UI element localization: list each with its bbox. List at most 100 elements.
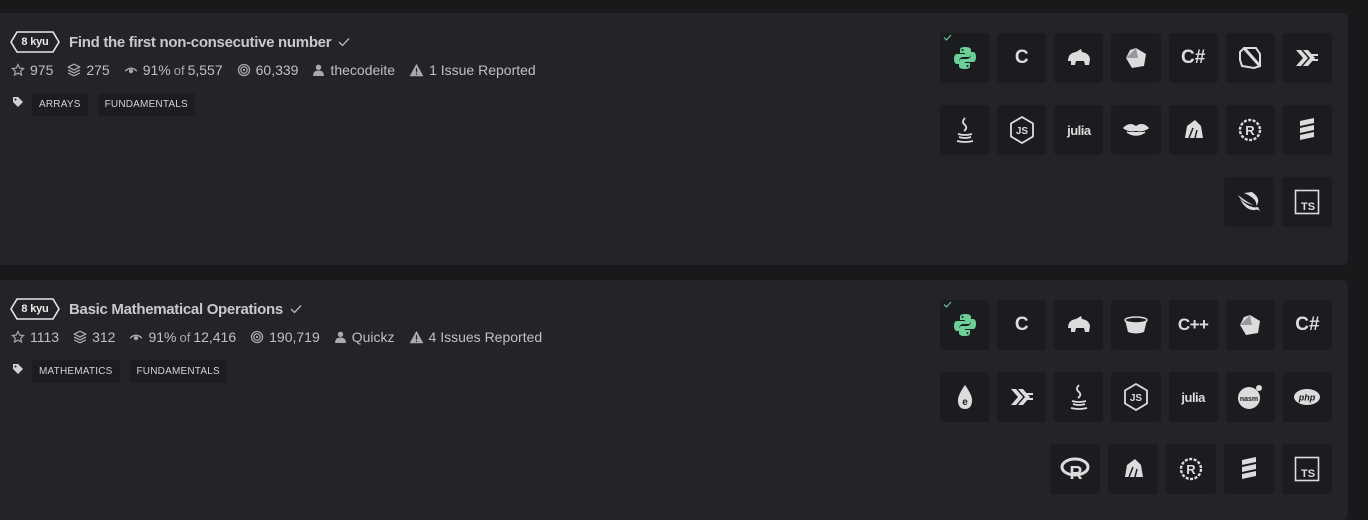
racket-icon[interactable]: R [1225, 105, 1275, 155]
collections-count: 275 [86, 62, 110, 78]
csharp-icon[interactable]: C# [1282, 300, 1332, 350]
kata-stats: 975 275 91% of 5,557 60,339 thecodeite 1… [11, 62, 550, 78]
eye-icon [130, 334, 143, 341]
layers-icon [67, 63, 81, 77]
julia-label: julia [1067, 122, 1091, 138]
satisfaction-percent: 91% [148, 329, 177, 345]
typescript-icon[interactable]: TS [1282, 444, 1332, 494]
user-icon [313, 64, 325, 76]
nasm-label: nasm [1240, 396, 1258, 403]
java-icon[interactable] [1054, 372, 1104, 422]
coffeescript-icon[interactable] [1054, 33, 1104, 83]
user-icon [334, 331, 346, 343]
satisfaction-stat: 91% of 12,416 [129, 329, 236, 345]
typescript-label: TS [1301, 201, 1315, 213]
kata-card: 8 kyu Find the first non-consecutive num… [0, 13, 1348, 265]
c-icon[interactable]: C [997, 300, 1047, 350]
cpp-icon[interactable]: C++ [1168, 300, 1218, 350]
python-icon[interactable] [940, 33, 990, 83]
kata-header: 8 kyu Basic Mathematical Operations [10, 298, 302, 320]
stars-count: 1113 [30, 329, 60, 345]
svg-text:JS: JS [1130, 393, 1143, 404]
kata-title[interactable]: Find the first non-consecutive number [69, 34, 332, 51]
php-label: php [1298, 393, 1316, 403]
tag[interactable]: ARRAYS [32, 93, 88, 116]
satisfaction-stat: 91% of 5,557 [124, 62, 223, 78]
language-row: C C++ C# [932, 300, 1332, 350]
python-icon[interactable] [940, 300, 990, 350]
issues-stat[interactable]: 4 Issues Reported [409, 329, 543, 345]
star-icon [11, 330, 25, 344]
haskell-icon[interactable] [997, 372, 1047, 422]
svg-text:R: R [1246, 123, 1256, 138]
lua-icon[interactable] [1111, 105, 1161, 155]
target-icon [237, 63, 250, 77]
layers-icon [73, 330, 87, 344]
tag[interactable]: FUNDAMENTALS [129, 360, 227, 383]
nim-icon[interactable] [1108, 444, 1158, 494]
scala-icon[interactable] [1224, 444, 1274, 494]
completions-stat: 190,719 [250, 329, 320, 345]
kata-title[interactable]: Basic Mathematical Operations [69, 301, 283, 318]
tag[interactable]: FUNDAMENTALS [97, 93, 195, 116]
csharp-label: C# [1181, 47, 1206, 68]
author-name: Quickz [351, 329, 395, 345]
warning-icon [409, 330, 423, 344]
cpp-label: C++ [1177, 315, 1209, 334]
language-row: C C# [932, 33, 1332, 83]
votes-count: 12,416 [193, 329, 237, 345]
swift-icon[interactable] [1224, 177, 1274, 227]
r-icon[interactable]: R [1050, 444, 1100, 494]
java-icon[interactable] [940, 105, 990, 155]
dart-icon[interactable] [1225, 33, 1275, 83]
racket-icon[interactable]: R [1166, 444, 1216, 494]
elixir-icon[interactable] [1282, 33, 1332, 83]
javascript-icon[interactable]: JS [1111, 372, 1161, 422]
scala-icon[interactable] [1282, 105, 1332, 155]
warning-icon [409, 63, 424, 77]
tag-icon [13, 364, 23, 374]
svg-text:JS: JS [1016, 126, 1029, 137]
typescript-label: TS [1301, 468, 1315, 480]
typescript-icon[interactable]: TS [1282, 177, 1332, 227]
collections-count: 312 [92, 329, 116, 345]
language-row: e JS julia nasm php [932, 372, 1332, 422]
julia-icon[interactable]: julia [1054, 105, 1104, 155]
kata-card: 8 kyu Basic Mathematical Operations 1113… [0, 280, 1348, 520]
cobol-icon[interactable] [1111, 300, 1161, 350]
julia-icon[interactable]: julia [1168, 372, 1218, 422]
rank-badge: 8 kyu [10, 298, 60, 320]
issues-stat[interactable]: 1 Issue Reported [409, 62, 536, 78]
issues-text: 1 Issue Reported [429, 62, 536, 78]
satisfaction-percent: 91% [142, 62, 171, 78]
crystal-icon[interactable] [1225, 300, 1275, 350]
tag[interactable]: MATHEMATICS [32, 360, 120, 383]
stars-stat: 1113 [11, 329, 59, 345]
coffeescript-icon[interactable] [1054, 300, 1104, 350]
nim-icon[interactable] [1168, 105, 1218, 155]
php-icon[interactable]: php [1282, 372, 1332, 422]
csharp-icon[interactable]: C# [1168, 33, 1218, 83]
collections-stat: 275 [67, 62, 110, 78]
solved-check-icon [943, 301, 952, 308]
author-link[interactable]: Quickz [334, 329, 395, 345]
c-label: C [1014, 47, 1029, 68]
collections-stat: 312 [73, 329, 115, 345]
language-row: TS [932, 177, 1332, 227]
language-row: JS julia R [932, 105, 1332, 155]
nasm-icon[interactable]: nasm [1225, 372, 1275, 422]
julia-label: julia [1181, 389, 1205, 405]
elixir-icon[interactable]: e [940, 372, 990, 422]
r-label: R [1070, 463, 1083, 481]
crystal-icon[interactable] [1111, 33, 1161, 83]
c-icon[interactable]: C [997, 33, 1047, 83]
rank-badge: 8 kyu [10, 31, 60, 53]
kata-header: 8 kyu Find the first non-consecutive num… [10, 31, 350, 53]
star-icon [11, 63, 25, 77]
author-link[interactable]: thecodeite [312, 62, 395, 78]
votes-count: 5,557 [187, 62, 223, 78]
issues-text: 4 Issues Reported [428, 329, 543, 345]
rank-label: 8 kyu [21, 36, 49, 48]
javascript-icon[interactable]: JS [997, 105, 1047, 155]
target-icon [250, 330, 264, 344]
